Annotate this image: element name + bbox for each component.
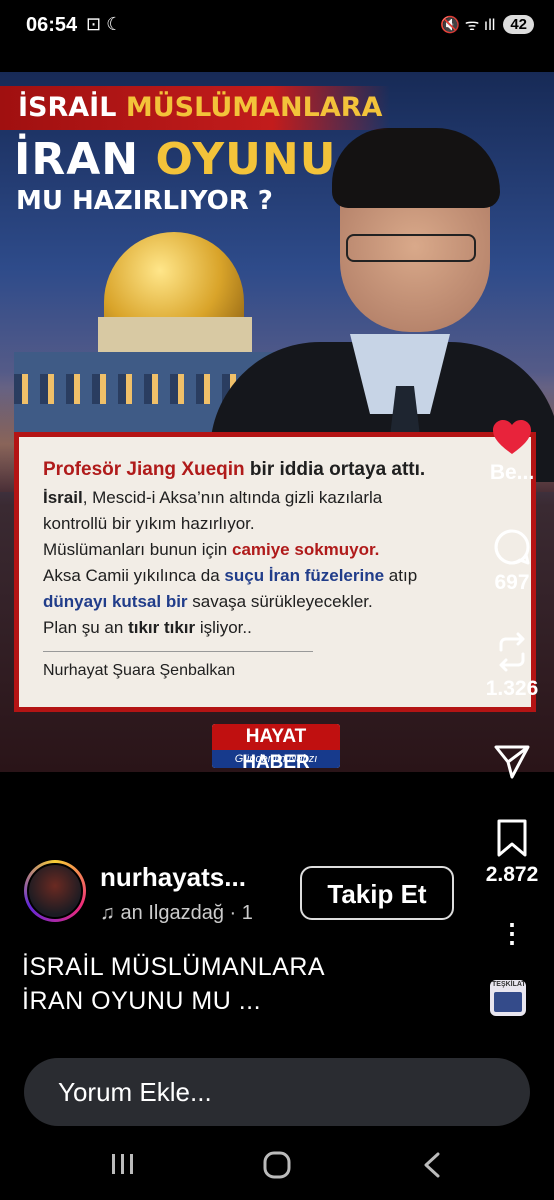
- quote-author: Nurhayat Şuara Şenbalkan: [43, 662, 236, 679]
- recents-icon[interactable]: [110, 1152, 136, 1176]
- quote-highlight: Profesör Jiang Xueqin: [43, 459, 245, 480]
- post-image[interactable]: İSRAİL MÜSLÜMANLARA İRAN OYUNU MU HAZIRL…: [0, 72, 554, 772]
- thumbnail-text: TEŞKİLAT: [492, 981, 526, 988]
- mosque-drum: [98, 317, 252, 353]
- music-label[interactable]: ♫ an Ilgazdağ · 1: [100, 902, 253, 925]
- quote-text: bir iddia ortaya attı.: [244, 459, 426, 480]
- headline-line3: MU HAZIRLIYOR ?: [16, 186, 273, 216]
- repost-icon: [499, 632, 525, 672]
- quote-line: dünyayı kutsal bir savaşa sürükleyecekle…: [43, 589, 511, 615]
- caption-line: İRAN OYUNU MU ...: [22, 987, 262, 1015]
- quote-highlight: dünyayı kutsal bir: [43, 592, 188, 611]
- headline-gold-word: MÜSLÜMANLARA: [125, 92, 383, 123]
- comment-input[interactable]: Yorum Ekle...: [24, 1058, 530, 1126]
- username[interactable]: nurhayats...: [100, 862, 246, 893]
- headline-white-word: İRAN: [14, 134, 140, 185]
- headline-line1: İSRAİL MÜSLÜMANLARA: [0, 86, 390, 130]
- status-bar: 06:54 ⊡ ☾ 🔇 ᯤ ıll 42: [0, 0, 554, 52]
- quote-text: Plan şu an: [43, 618, 129, 637]
- quote-text: savaşa sürükleyecekler.: [187, 592, 373, 611]
- avatar[interactable]: [24, 860, 86, 922]
- headline-gold-word: OYUNU: [155, 134, 337, 185]
- comment-button[interactable]: 697: [480, 528, 544, 595]
- save-count: 2.872: [485, 863, 539, 886]
- quote-highlight: tıkır tıkır: [128, 618, 196, 637]
- quote-box: Profesör Jiang Xueqin bir iddia ortaya a…: [14, 432, 536, 712]
- headline-white-word: İSRAİL: [18, 92, 117, 123]
- quote-text: atıp: [384, 566, 418, 585]
- quote-highlight: İsrail: [43, 488, 83, 507]
- battery-indicator: 42: [503, 14, 534, 34]
- comment-icon: [494, 529, 530, 565]
- logo-subtitle: Gündemin Nabzı: [212, 750, 340, 768]
- man-glasses: [346, 234, 476, 262]
- quote-text: , Mescid-i Aksa’nın altında gizli kazıla…: [82, 488, 383, 507]
- quote-inner: Profesör Jiang Xueqin bir iddia ortaya a…: [19, 437, 531, 707]
- heart-icon: [493, 420, 531, 454]
- send-icon: [494, 745, 530, 779]
- quote-line: Müslümanları bunun için camiye sokmuyor.: [43, 537, 511, 563]
- quote-highlight: camiye sokmuyor.: [231, 540, 380, 559]
- status-time: 06:54: [26, 14, 78, 36]
- repost-count: 1.326: [485, 677, 539, 700]
- quote-line: kontrollü bir yıkım hazırlıyor.: [43, 514, 255, 533]
- avatar-image: [27, 863, 83, 919]
- like-button[interactable]: Be...: [480, 420, 544, 485]
- status-left-icons: ⊡ ☾: [86, 14, 123, 34]
- caption[interactable]: İSRAİL MÜSLÜMANLARA İRAN OYUNU MU ...: [22, 950, 325, 1018]
- quote-line: Plan şu an tıkır tıkır işliyor..: [43, 615, 511, 641]
- logo-title: HAYAT HABER: [212, 724, 340, 768]
- follow-button[interactable]: Takip Et: [300, 866, 454, 920]
- headline-line2: İRAN OYUNU: [14, 134, 336, 185]
- like-label: Be...: [489, 461, 535, 484]
- status-right: 🔇 ᯤ ıll 42: [440, 13, 534, 35]
- hayat-haber-logo: HAYAT HABER Gündemin Nabzı: [212, 724, 340, 768]
- quote-text: Aksa Camii yıkılınca da: [43, 566, 225, 585]
- comment-count: 697: [494, 571, 530, 594]
- audio-thumbnail[interactable]: TEŞKİLAT: [490, 980, 526, 1016]
- bookmark-icon: [497, 819, 527, 857]
- back-icon[interactable]: [422, 1152, 442, 1178]
- quote-highlight: suçu İran füzelerine: [224, 566, 385, 585]
- caption-line: İSRAİL MÜSLÜMANLARA: [22, 953, 326, 981]
- quote-text: Müslümanları bunun için: [43, 540, 232, 559]
- quote-line: Aksa Camii yıkılınca da suçu İran füzele…: [43, 563, 511, 589]
- quote-line: Profesör Jiang Xueqin bir iddia ortaya a…: [43, 457, 511, 483]
- quote-divider: [43, 651, 313, 652]
- quote-text: işliyor..: [195, 618, 252, 637]
- share-button[interactable]: [480, 744, 544, 785]
- quote-line: İsrail, Mescid-i Aksa’nın altında gizli …: [43, 485, 511, 511]
- repost-button[interactable]: 1.326: [480, 632, 544, 701]
- signal-icons: 🔇 ᯤ ıll: [440, 17, 496, 34]
- more-options-icon[interactable]: ⋮: [480, 918, 544, 949]
- man-hair: [332, 128, 500, 208]
- save-button[interactable]: 2.872: [480, 818, 544, 887]
- home-icon[interactable]: [263, 1151, 291, 1179]
- system-nav-bar: [0, 1130, 554, 1200]
